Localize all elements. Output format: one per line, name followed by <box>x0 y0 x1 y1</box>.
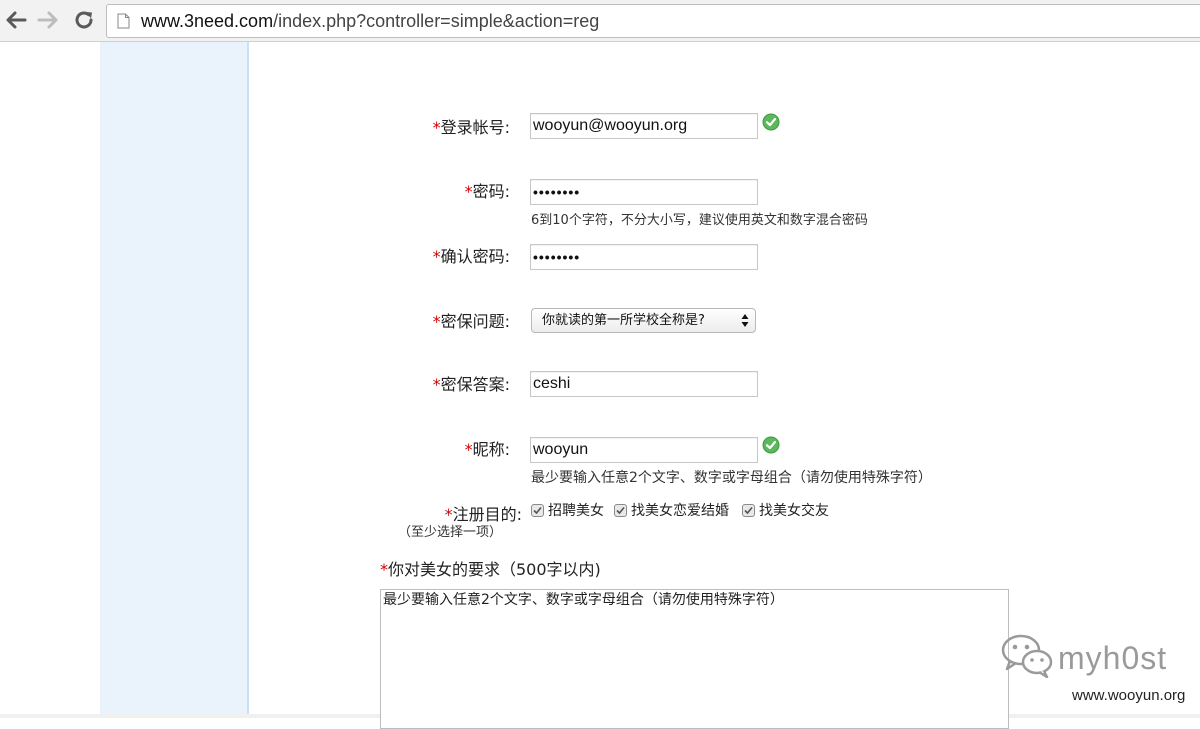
page-icon <box>117 13 130 29</box>
login-label-text: 登录帐号: <box>440 118 510 137</box>
purpose-option-1[interactable]: 招聘美女 <box>531 500 604 520</box>
security-question-value: 你就读的第一所学校全称是? <box>542 313 705 328</box>
confirm-password-label-text: 确认密码: <box>440 247 510 266</box>
check-ok-icon <box>762 436 780 454</box>
content-border <box>247 42 249 714</box>
password-label-text: 密码: <box>472 182 510 201</box>
watermark-site: www.wooyun.org <box>1072 687 1186 704</box>
arrow-left-icon <box>6 11 27 29</box>
confirm-password-label: *确认密码: <box>433 243 510 267</box>
required-mark: * <box>432 247 441 266</box>
required-mark: * <box>464 440 473 459</box>
reload-icon <box>75 11 93 29</box>
watermark-name: myh0st <box>1058 640 1168 676</box>
required-mark: * <box>464 182 473 201</box>
security-answer-input[interactable]: ceshi <box>530 371 758 397</box>
security-question-label: *密保问题: <box>433 308 510 332</box>
checkbox-checked-icon[interactable] <box>614 503 627 517</box>
confirm-password-input[interactable]: •••••••• <box>530 244 758 270</box>
security-answer-label-text: 密保答案: <box>440 375 510 394</box>
checkbox-checked-icon[interactable] <box>742 503 755 517</box>
url-host: www.3need.com <box>141 10 274 31</box>
required-mark: * <box>432 312 441 331</box>
purpose-option-label: 找美女恋爱结婚 <box>631 503 729 519</box>
select-arrows-icon <box>741 314 749 327</box>
password-label: *密码: <box>465 178 510 202</box>
reload-button[interactable] <box>70 6 98 34</box>
url-text: www.3need.com/index.php?controller=simpl… <box>141 11 599 32</box>
password-input[interactable]: •••••••• <box>530 179 758 205</box>
left-sidebar-strip <box>100 42 247 714</box>
purpose-option-label: 找美女交友 <box>759 503 829 519</box>
wechat-logo-icon <box>1001 634 1053 678</box>
security-question-select[interactable]: 你就读的第一所学校全称是? <box>531 308 756 333</box>
purpose-option-label: 招聘美女 <box>548 503 604 519</box>
requirements-label-text: 你对美女的要求（500字以内) <box>388 560 601 579</box>
login-input[interactable]: wooyun@wooyun.org <box>530 113 758 139</box>
nickname-label: *昵称: <box>465 436 510 460</box>
required-mark: * <box>432 118 441 137</box>
arrow-right-icon <box>37 11 58 29</box>
purpose-sublabel: （至少选择一项） <box>398 525 503 540</box>
purpose-option-2[interactable]: 找美女恋爱结婚 <box>614 500 729 520</box>
requirements-label: *你对美女的要求（500字以内) <box>380 556 601 580</box>
nickname-input[interactable]: wooyun <box>530 437 758 463</box>
security-question-label-text: 密保问题: <box>440 312 510 331</box>
required-mark: * <box>432 375 441 394</box>
checkbox-checked-icon[interactable] <box>531 503 544 517</box>
back-button[interactable] <box>2 6 30 34</box>
forward-button[interactable] <box>34 6 62 34</box>
requirements-textarea[interactable]: 最少要输入任意2个文字、数字或字母组合（请勿使用特殊字符） <box>380 589 1009 729</box>
nickname-hint: 最少要输入任意2个文字、数字或字母组合（请勿使用特殊字符） <box>531 470 932 486</box>
address-bar[interactable]: www.3need.com/index.php?controller=simpl… <box>106 4 1200 38</box>
required-mark: * <box>380 560 388 579</box>
check-ok-icon <box>762 113 780 131</box>
login-label: *登录帐号: <box>433 114 510 138</box>
url-path: /index.php?controller=simple&action=reg <box>273 10 600 31</box>
security-answer-label: *密保答案: <box>433 371 510 395</box>
purpose-option-3[interactable]: 找美女交友 <box>742 500 829 520</box>
browser-toolbar: www.3need.com/index.php?controller=simpl… <box>0 0 1200 42</box>
nickname-label-text: 昵称: <box>472 440 510 459</box>
password-hint: 6到10个字符，不分大小写，建议使用英文和数字混合密码 <box>531 213 868 228</box>
